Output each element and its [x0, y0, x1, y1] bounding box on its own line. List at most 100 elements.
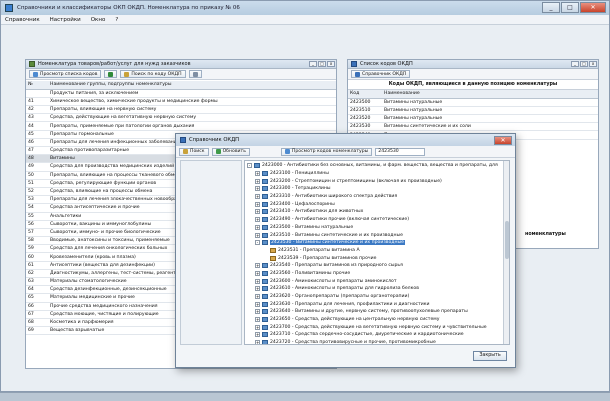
- panel-maximize-button[interactable]: □: [318, 61, 326, 67]
- row-num-cell: [26, 89, 48, 98]
- table-row[interactable]: 2423510 Витамины натуральные: [348, 106, 598, 116]
- tree-expander-icon[interactable]: +: [255, 270, 260, 276]
- col-header-num[interactable]: №: [26, 81, 48, 90]
- tree-node[interactable]: +2423540 - Препараты витаминов из природ…: [247, 262, 509, 270]
- col-header-name[interactable]: Наименование: [382, 90, 598, 99]
- tree-expander-icon[interactable]: +: [255, 286, 260, 292]
- dialog-code-field[interactable]: 2423530: [375, 147, 426, 156]
- tree-expander-icon[interactable]: +: [255, 194, 260, 200]
- tree-expander-icon[interactable]: +: [255, 263, 260, 269]
- tree-expander-icon[interactable]: +: [255, 317, 260, 323]
- panel-close-button[interactable]: x: [327, 61, 335, 67]
- tree-expander-icon[interactable]: +: [255, 278, 260, 284]
- maximize-button[interactable]: □: [561, 2, 579, 13]
- row-num-cell: 58: [26, 236, 48, 246]
- tree-node[interactable]: +2423620 - Органопрепараты (препараты ор…: [247, 293, 509, 301]
- tree-node[interactable]: +2423400 - Цефалоспорины: [247, 200, 509, 208]
- tree-node[interactable]: +2423200 - Стрептомицин и стрептомицины …: [247, 177, 509, 185]
- tree-node[interactable]: +2423410 - Антибиотики для животных: [247, 208, 509, 216]
- tree-expander-icon[interactable]: +: [255, 232, 260, 238]
- tree-expander-icon[interactable]: +: [255, 309, 260, 315]
- table-row[interactable]: 42 Препараты, влияющие на нервную систему: [26, 105, 336, 115]
- tree-scrollbar[interactable]: [503, 161, 509, 344]
- tree-node[interactable]: 2423539 - Препараты витаминов прочие: [247, 254, 509, 262]
- tree-node[interactable]: +2423490 - Антибиотики прочие (включая с…: [247, 216, 509, 224]
- table-row[interactable]: 41 Химическое вещество, химические продук…: [26, 97, 336, 107]
- tree-expander-icon[interactable]: +: [255, 332, 260, 338]
- panel-maximize-button[interactable]: □: [580, 61, 588, 67]
- tree-scrollbar-thumb[interactable]: [505, 221, 509, 259]
- search-okdp-button[interactable]: Поиск по коду ОКДП: [120, 70, 186, 78]
- tree-expander-icon[interactable]: -: [247, 163, 252, 169]
- tree-node[interactable]: 2423531 - Препараты витамина А: [247, 247, 509, 255]
- row-name-cell: Химическое вещество, химические продукты…: [48, 97, 336, 107]
- tree-expander-icon[interactable]: +: [255, 340, 260, 344]
- tree-node[interactable]: +2423610 - Аминокислоты и препараты для …: [247, 285, 509, 293]
- col-header-name[interactable]: Наименование группы, подгруппы номенклат…: [48, 81, 336, 90]
- tree-node[interactable]: +2423100 - Пенициллины: [247, 170, 509, 178]
- tree-expander-icon[interactable]: +: [255, 224, 260, 230]
- folder-icon: [262, 324, 268, 330]
- list-icon: [33, 71, 38, 77]
- tree-node[interactable]: +2423650 - Средства, действующие на цент…: [247, 316, 509, 324]
- dialog-search-button[interactable]: Поиск: [179, 147, 209, 156]
- okdp-directory-button[interactable]: Справочник ОКДП: [351, 70, 411, 78]
- menu-directory[interactable]: Справочник: [5, 17, 40, 23]
- table-row[interactable]: 43 Средства, действующие на вегетативную …: [26, 113, 336, 123]
- dialog-close-x-button[interactable]: ✕: [494, 135, 512, 145]
- panel-minimize-button[interactable]: _: [571, 61, 579, 67]
- menu-help[interactable]: ?: [115, 17, 118, 23]
- tree-expander-icon[interactable]: +: [255, 178, 260, 184]
- panel-close-button[interactable]: x: [589, 61, 597, 67]
- tree-expander-icon[interactable]: +: [255, 171, 260, 177]
- tree-node[interactable]: +2423310 - Антибиотики широкого спектра …: [247, 193, 509, 201]
- tree-node[interactable]: +2423560 - Поливитамины прочие: [247, 270, 509, 278]
- okdp-panel-titlebar[interactable]: Список кодов ОКДП _ □ x: [348, 60, 598, 69]
- tree-node[interactable]: +2423700 - Средства, действующие на веге…: [247, 323, 509, 331]
- col-header-code[interactable]: Код: [348, 90, 382, 99]
- dialog-view-codes-button[interactable]: Просмотр кодов номенклатуры: [280, 147, 373, 156]
- tree-node[interactable]: +2423600 - Аминокислоты и препараты амин…: [247, 277, 509, 285]
- table-row[interactable]: 44 Препараты, применяемые при патологии о…: [26, 121, 336, 131]
- table-row[interactable]: 2423500 Витамины натуральные: [348, 98, 598, 107]
- tree-node[interactable]: - 2423530 - Витамины синтетические и их п…: [247, 239, 509, 247]
- tree-node[interactable]: +2423640 - Витамины и другие, нервную си…: [247, 308, 509, 316]
- excel-button[interactable]: [104, 70, 118, 78]
- tree-node[interactable]: +2423500 - Витамины натуральные: [247, 224, 509, 232]
- binoculars-icon: [183, 149, 188, 154]
- table-row[interactable]: 2423520 Витамины натуральные: [348, 114, 598, 124]
- tree-node[interactable]: +2423720 - Средства противовирусные и пр…: [247, 339, 509, 344]
- tree-expander-icon[interactable]: -: [255, 240, 260, 246]
- panel-minimize-button[interactable]: _: [309, 61, 317, 67]
- view-codes-button[interactable]: Просмотр списка кодов: [29, 70, 102, 78]
- close-window-button[interactable]: ✕: [580, 2, 606, 13]
- tree-node[interactable]: +2423300 - Тетрациклины: [247, 185, 509, 193]
- tree-expander-icon[interactable]: +: [255, 186, 260, 192]
- filter-button[interactable]: [188, 70, 202, 78]
- tree-expander-icon[interactable]: +: [255, 301, 260, 307]
- main-window: Справочники и классификаторы ОКП ОКДП. Н…: [0, 0, 610, 392]
- tree-node[interactable]: +2423710 - Средства сердечно-сосудистые,…: [247, 331, 509, 339]
- table-row[interactable]: Продукты питания, за исключением: [26, 89, 336, 98]
- dialog-refresh-button[interactable]: Обновить: [211, 147, 250, 156]
- panel-icon: [351, 61, 357, 67]
- tree-expander-icon[interactable]: +: [255, 324, 260, 330]
- table-row[interactable]: 2423530 Витамины синтетические и их соли: [348, 122, 598, 132]
- tree-node[interactable]: +2423510 - Витамины синтетические и их п…: [247, 231, 509, 239]
- dialog-close-button[interactable]: Закрыть: [473, 351, 507, 361]
- tree-expander-icon[interactable]: +: [255, 217, 260, 223]
- window-titlebar[interactable]: Справочники и классификаторы ОКП ОКДП. Н…: [1, 1, 609, 15]
- taskbar-strip: [0, 392, 610, 401]
- tree-expander-icon[interactable]: +: [255, 201, 260, 207]
- nomenclature-panel-titlebar[interactable]: Номенклатура товаров/работ/услуг для нуж…: [26, 60, 336, 69]
- menu-window[interactable]: Окно: [91, 17, 106, 23]
- dialog-titlebar[interactable]: Справочник ОКДП ✕: [176, 134, 515, 146]
- tree-expander-icon[interactable]: +: [255, 209, 260, 215]
- tree-node-label: 2423100 - Пенициллины: [270, 171, 329, 177]
- folder-icon: [262, 263, 268, 269]
- tree-expander-icon[interactable]: +: [255, 294, 260, 300]
- minimize-button[interactable]: _: [542, 2, 560, 13]
- tree-node[interactable]: +2423630 - Препараты для лечения, профил…: [247, 300, 509, 308]
- menu-settings[interactable]: Настройки: [50, 17, 81, 23]
- tree-node[interactable]: - 2423000 - Антибиотики без основных, вит…: [247, 162, 509, 170]
